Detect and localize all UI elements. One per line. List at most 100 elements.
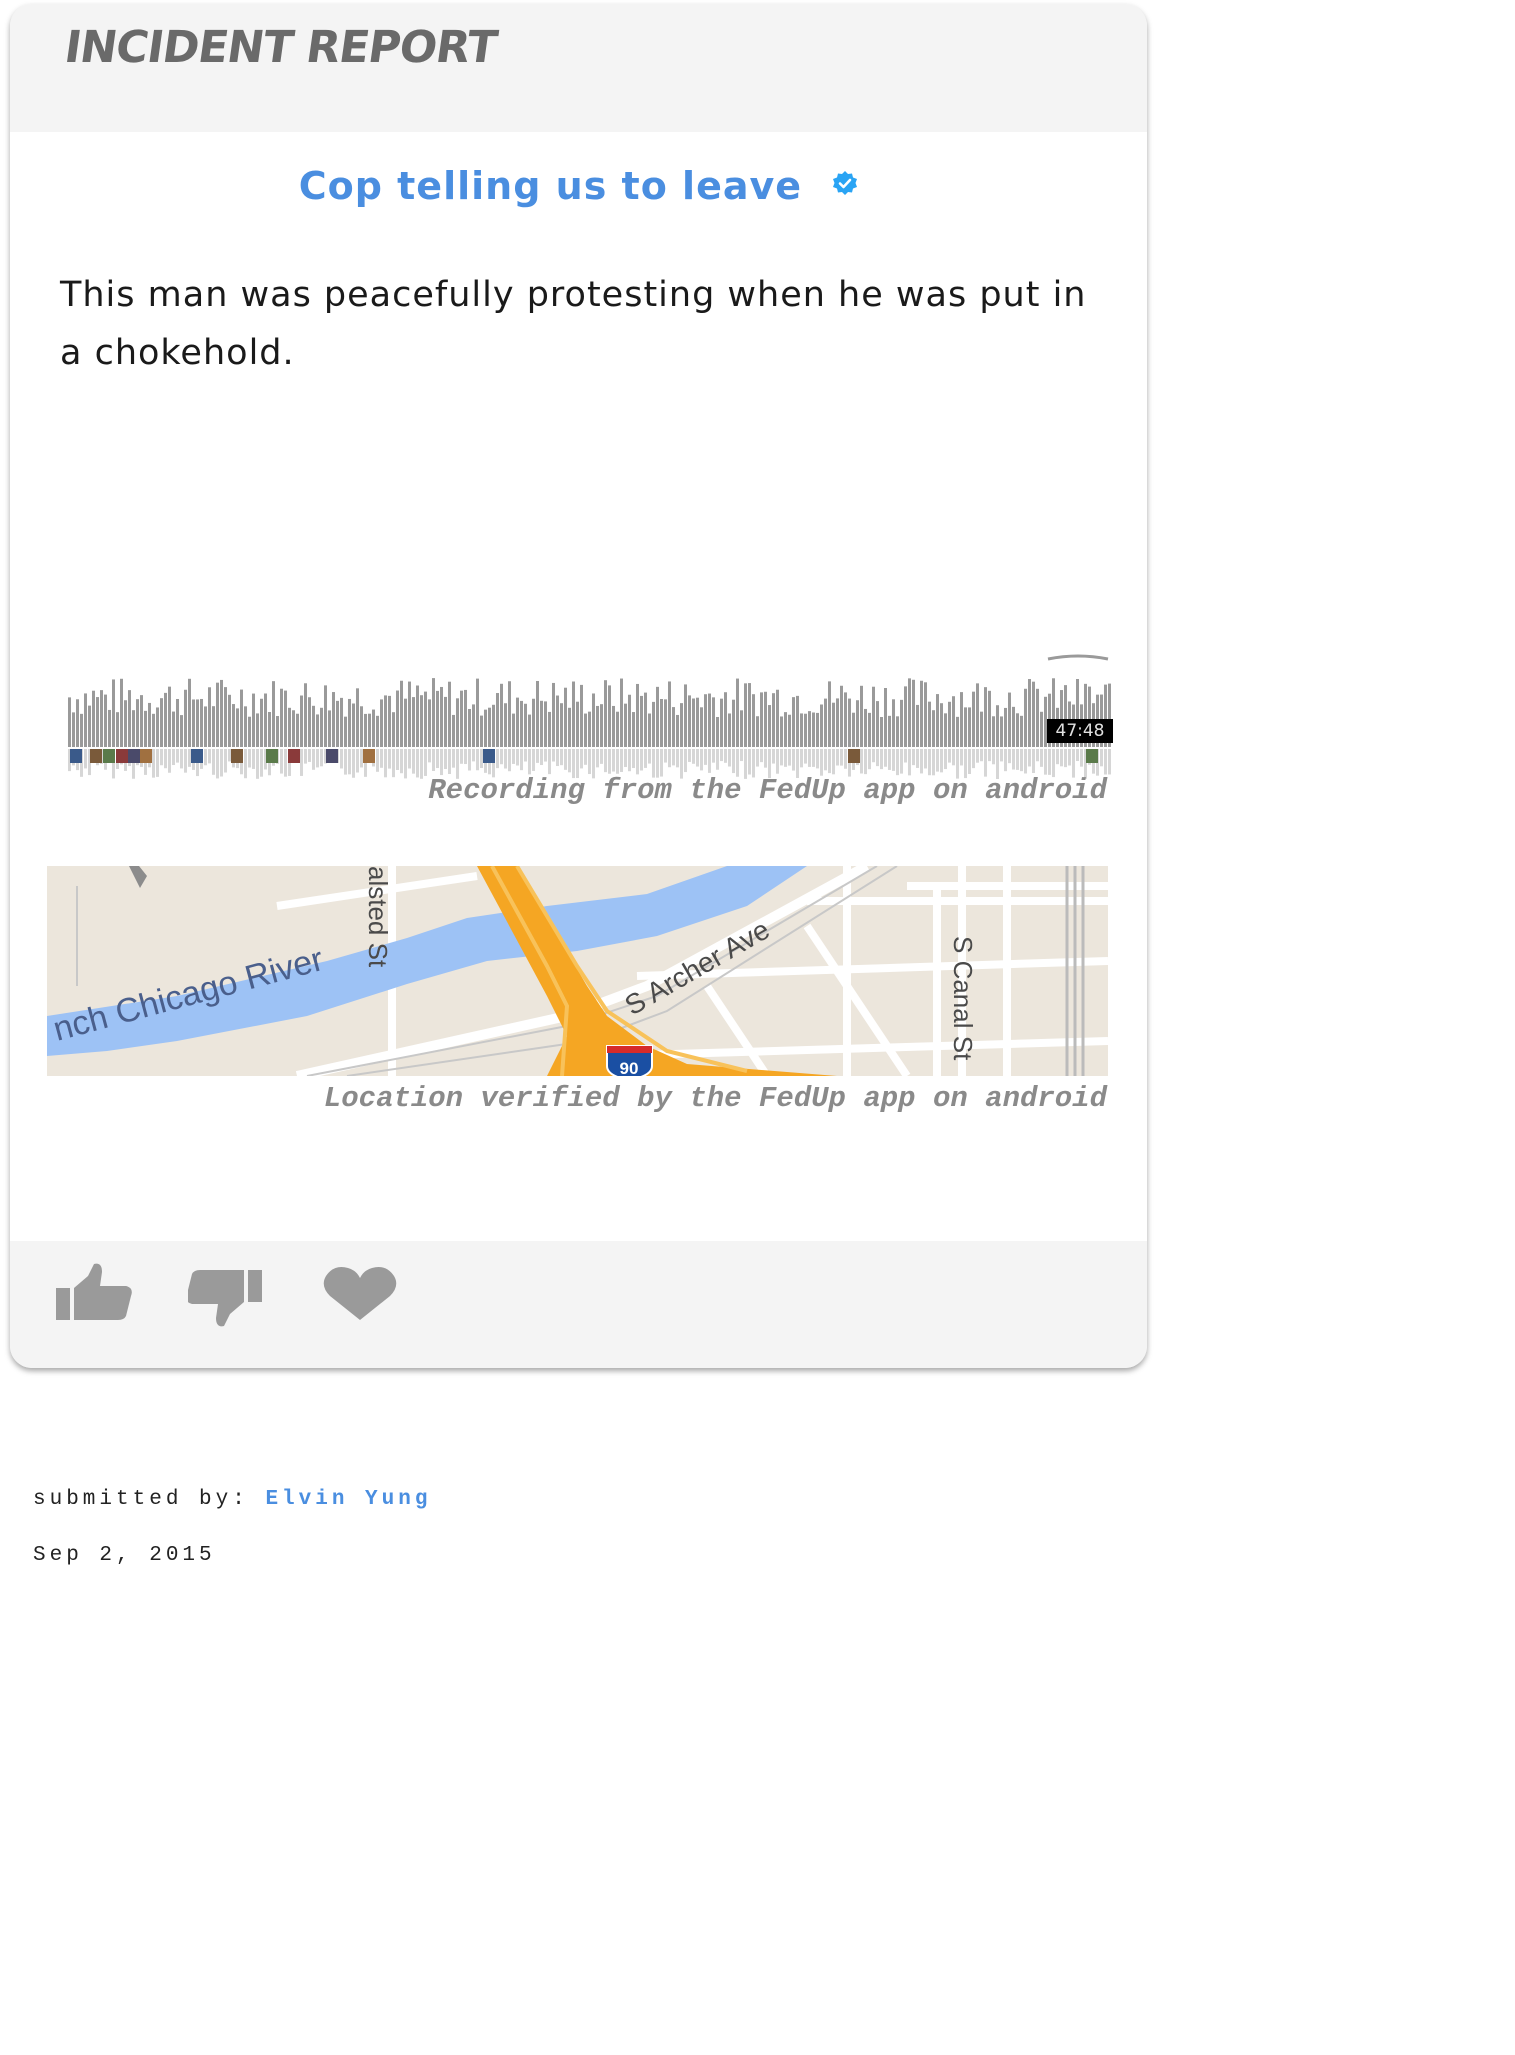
waveform-reflection	[976, 749, 979, 763]
waveform-bar	[108, 709, 111, 747]
waveform-reflection	[624, 749, 627, 768]
waveform-reflection	[284, 749, 287, 777]
waveform-reflection	[1008, 749, 1011, 764]
waveform-bar	[268, 711, 271, 747]
waveform-reflection	[696, 749, 699, 767]
waveform-reflection	[588, 749, 591, 775]
waveform-reflection	[568, 749, 571, 773]
thumbs-up-icon[interactable]	[54, 1260, 134, 1330]
waveform-bar	[916, 704, 919, 747]
waveform-bar	[760, 692, 763, 747]
waveform-reflection	[724, 749, 727, 763]
waveform-bar	[572, 681, 575, 747]
thumbs-down-icon[interactable]	[188, 1260, 268, 1330]
waveform-bar	[260, 698, 263, 747]
waveform-bar	[840, 685, 843, 747]
waveform-bar	[992, 716, 995, 747]
waveform-bar	[968, 707, 971, 747]
waveform-reflection	[252, 749, 255, 769]
waveform-reflection	[376, 749, 379, 772]
waveform-reflection	[1004, 749, 1007, 772]
waveform-reflection	[884, 749, 887, 767]
waveform-reflection	[916, 749, 919, 768]
waveform-bar	[388, 695, 391, 747]
waveform-bar	[616, 711, 619, 747]
report-title[interactable]: Cop telling us to leave	[299, 164, 802, 208]
waveform-bar	[1016, 713, 1019, 747]
waveform-bar	[612, 705, 615, 747]
waveform-bar	[600, 704, 603, 747]
waveform-reflection	[864, 749, 867, 775]
waveform-bar	[124, 700, 127, 747]
waveform-bar	[240, 689, 243, 747]
video-thumbnail	[90, 749, 102, 763]
waveform-reflection	[544, 749, 547, 762]
waveform-bar	[328, 710, 331, 747]
waveform-bar	[836, 698, 839, 747]
waveform-bar	[864, 708, 867, 747]
video-thumbnail	[191, 749, 203, 763]
video-thumbnail	[326, 749, 338, 763]
location-map[interactable]: 90 nch Chicago River alsted St S Archer …	[47, 866, 1108, 1076]
waveform-reflection	[184, 749, 187, 773]
waveform-bar	[780, 716, 783, 747]
waveform-bar	[676, 714, 679, 747]
waveform-reflection	[844, 749, 847, 769]
waveform-bar	[468, 708, 471, 747]
waveform-reflection	[1108, 749, 1111, 775]
waveform-bar	[72, 712, 75, 747]
waveform-reflection	[944, 749, 947, 770]
waveform-bar	[588, 711, 591, 747]
waveform-bar	[984, 687, 987, 747]
waveform-reflection	[172, 749, 175, 766]
waveform-bar	[384, 695, 387, 747]
waveform-bar	[272, 681, 275, 747]
waveform-bar	[752, 694, 755, 747]
waveform-reflection	[904, 749, 907, 763]
waveform-reflection	[84, 749, 87, 769]
waveform-bar	[160, 698, 163, 747]
waveform-bar	[148, 702, 151, 747]
audio-waveform[interactable]	[58, 644, 1113, 779]
video-thumbnail	[848, 749, 860, 763]
waveform-reflection	[316, 749, 319, 768]
heart-icon[interactable]	[320, 1260, 400, 1330]
waveform-reflection	[444, 749, 447, 769]
waveform-bar	[528, 714, 531, 747]
waveform-reflection	[728, 749, 731, 767]
waveform-bar	[320, 707, 323, 747]
waveform-bar	[196, 699, 199, 747]
waveform-bar	[436, 690, 439, 747]
waveform-reflection	[632, 749, 635, 769]
waveform-bar	[636, 683, 639, 747]
waveform-bar	[952, 696, 955, 747]
waveform-bar	[932, 710, 935, 747]
waveform-bar	[720, 698, 723, 747]
canal-street-label: S Canal St	[948, 936, 978, 1061]
waveform-reflection	[708, 749, 711, 773]
waveform-reflection	[1064, 749, 1067, 768]
waveform-bar	[624, 703, 627, 747]
waveform-reflection	[820, 749, 823, 776]
waveform-bar	[500, 683, 503, 747]
waveform-bar	[432, 678, 435, 747]
waveform-bar	[1032, 681, 1035, 747]
waveform-bar	[940, 703, 943, 747]
video-thumbnail	[363, 749, 375, 763]
waveform-reflection	[280, 749, 283, 774]
waveform-bar	[416, 685, 419, 747]
waveform-reflection	[164, 749, 167, 769]
author-link[interactable]: Elvin Yung	[265, 1488, 431, 1511]
waveform-bar	[204, 706, 207, 747]
waveform-bar	[188, 678, 191, 747]
waveform-bar	[756, 716, 759, 747]
recording-caption: Recording from the FedUp app on android	[428, 774, 1107, 807]
waveform-reflection	[300, 749, 303, 776]
waveform-bar	[700, 707, 703, 747]
waveform-bar	[560, 703, 563, 747]
brand-title: INCIDENT REPORT	[61, 22, 500, 73]
waveform-reflection	[1020, 749, 1023, 772]
waveform-reflection	[1048, 749, 1051, 775]
waveform-bar	[540, 700, 543, 747]
waveform-bar	[956, 716, 959, 747]
